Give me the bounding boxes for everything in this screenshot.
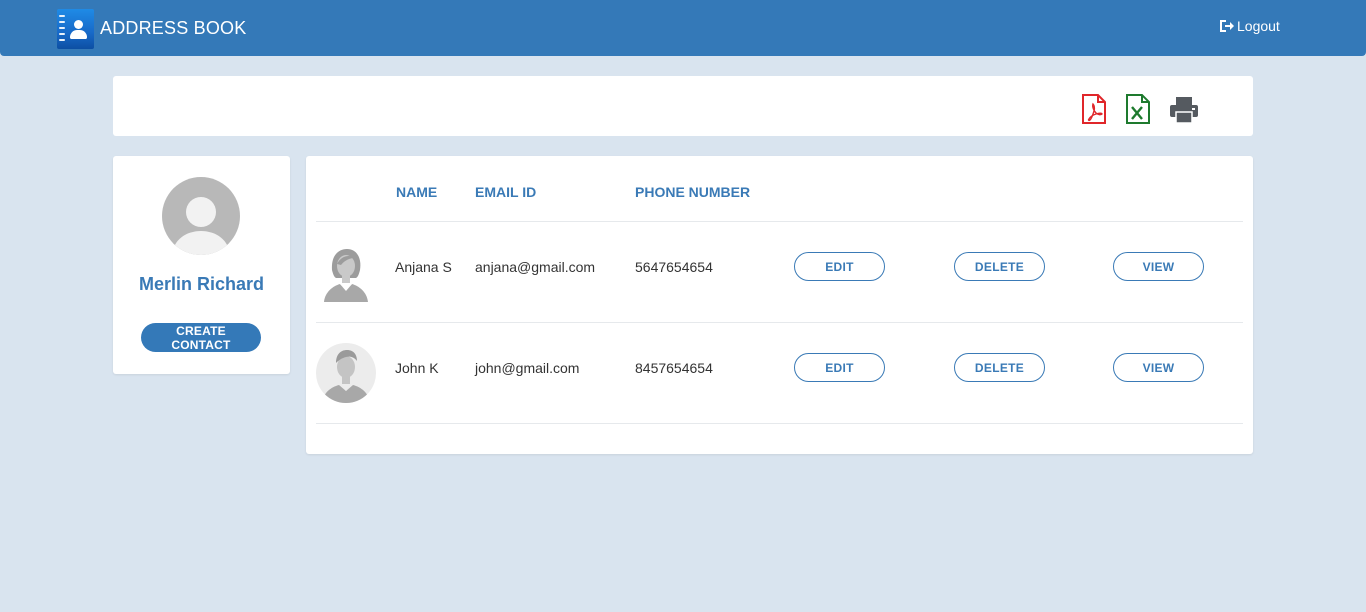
edit-button[interactable]: EDIT bbox=[794, 353, 885, 382]
contacts-table: NAME EMAIL ID PHONE NUMBER Anjana S anja… bbox=[306, 156, 1253, 454]
logout-button[interactable]: Logout bbox=[1219, 17, 1280, 35]
table-row: Anjana S anjana@gmail.com 5647654654 EDI… bbox=[306, 222, 1253, 322]
female-avatar-icon bbox=[316, 242, 376, 302]
view-button[interactable]: VIEW bbox=[1113, 252, 1204, 281]
excel-file-icon[interactable] bbox=[1125, 94, 1151, 124]
contact-email: anjana@gmail.com bbox=[475, 259, 596, 275]
column-header-name: NAME bbox=[396, 184, 438, 200]
profile-name: Merlin Richard bbox=[138, 274, 265, 294]
contact-phone: 8457654654 bbox=[635, 360, 713, 376]
delete-button[interactable]: DELETE bbox=[954, 252, 1045, 281]
contact-name: Anjana S bbox=[395, 259, 452, 275]
delete-button[interactable]: DELETE bbox=[954, 353, 1045, 382]
view-button[interactable]: VIEW bbox=[1113, 353, 1204, 382]
app-title[interactable]: ADDRESS BOOK bbox=[100, 18, 246, 39]
sign-out-icon bbox=[1220, 20, 1234, 32]
row-divider bbox=[316, 423, 1243, 424]
top-navbar: ADDRESS BOOK Logout bbox=[0, 0, 1366, 56]
table-row: John K john@gmail.com 8457654654 EDIT DE… bbox=[306, 323, 1253, 423]
column-header-email: EMAIL ID bbox=[475, 184, 537, 200]
logout-label: Logout bbox=[1237, 18, 1280, 34]
contact-phone: 5647654654 bbox=[635, 259, 713, 275]
create-contact-button[interactable]: CREATE CONTACT bbox=[141, 323, 261, 352]
pdf-file-icon[interactable] bbox=[1081, 94, 1107, 124]
male-avatar-icon bbox=[316, 343, 376, 403]
column-header-phone: PHONE NUMBER bbox=[635, 184, 751, 200]
printer-icon[interactable] bbox=[1169, 96, 1199, 124]
user-avatar-icon bbox=[162, 177, 240, 255]
profile-card: Merlin Richard CREATE CONTACT bbox=[113, 156, 290, 374]
contact-email: john@gmail.com bbox=[475, 360, 580, 376]
address-book-icon[interactable] bbox=[57, 9, 94, 49]
edit-button[interactable]: EDIT bbox=[794, 252, 885, 281]
contact-name: John K bbox=[395, 360, 439, 376]
export-toolbar bbox=[113, 76, 1253, 136]
